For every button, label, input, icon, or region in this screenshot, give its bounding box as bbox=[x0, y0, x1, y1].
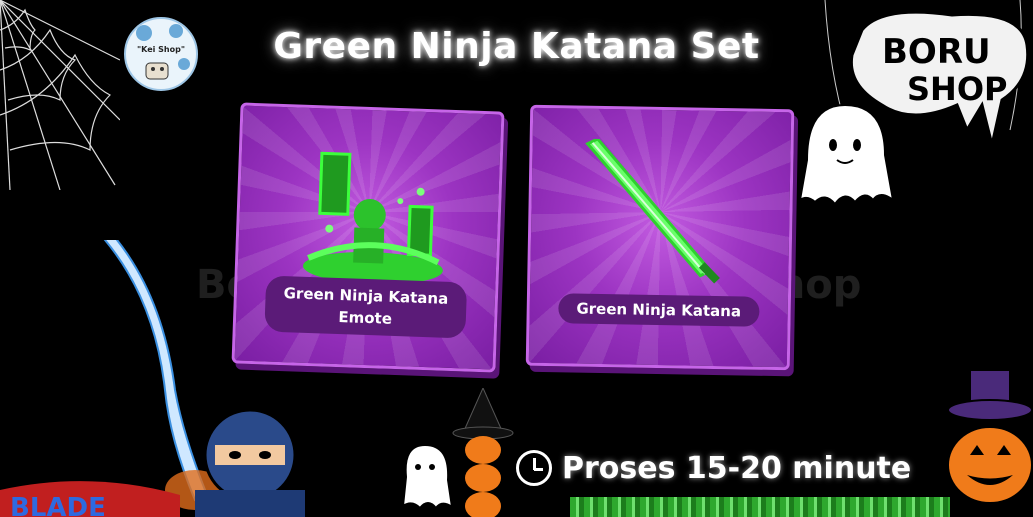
red-logo-decoration: BLADE bbox=[0, 481, 180, 517]
svg-text:BORU: BORU bbox=[882, 32, 991, 72]
jack-o-lantern-icon bbox=[947, 370, 1033, 504]
small-ghost-icon bbox=[401, 443, 453, 510]
pumpkin-stack-icon bbox=[452, 388, 514, 517]
card-label-katana: Green Ninja Katana bbox=[558, 293, 760, 327]
card-label-line1: Green Ninja Katana bbox=[283, 284, 449, 308]
clock-icon bbox=[516, 450, 552, 486]
card-label-emote: Green Ninja Katana Emote bbox=[264, 275, 467, 339]
ghost-icon bbox=[798, 103, 895, 206]
svg-text:SHOP: SHOP bbox=[907, 70, 1007, 108]
svg-text:BLADE: BLADE bbox=[10, 493, 106, 517]
processing-time: Proses 15-20 minute bbox=[516, 450, 911, 486]
green-pixel-strip bbox=[570, 497, 950, 517]
katana-icon bbox=[585, 138, 720, 284]
card-label-line2: Emote bbox=[338, 308, 393, 328]
item-card-katana[interactable]: Green Ninja Katana bbox=[525, 104, 795, 371]
ninja-character bbox=[195, 408, 305, 517]
processing-time-text: Proses 15-20 minute bbox=[562, 450, 912, 486]
emote-icon bbox=[302, 151, 443, 285]
item-card-emote[interactable]: Green Ninja Katana Emote bbox=[231, 102, 505, 373]
